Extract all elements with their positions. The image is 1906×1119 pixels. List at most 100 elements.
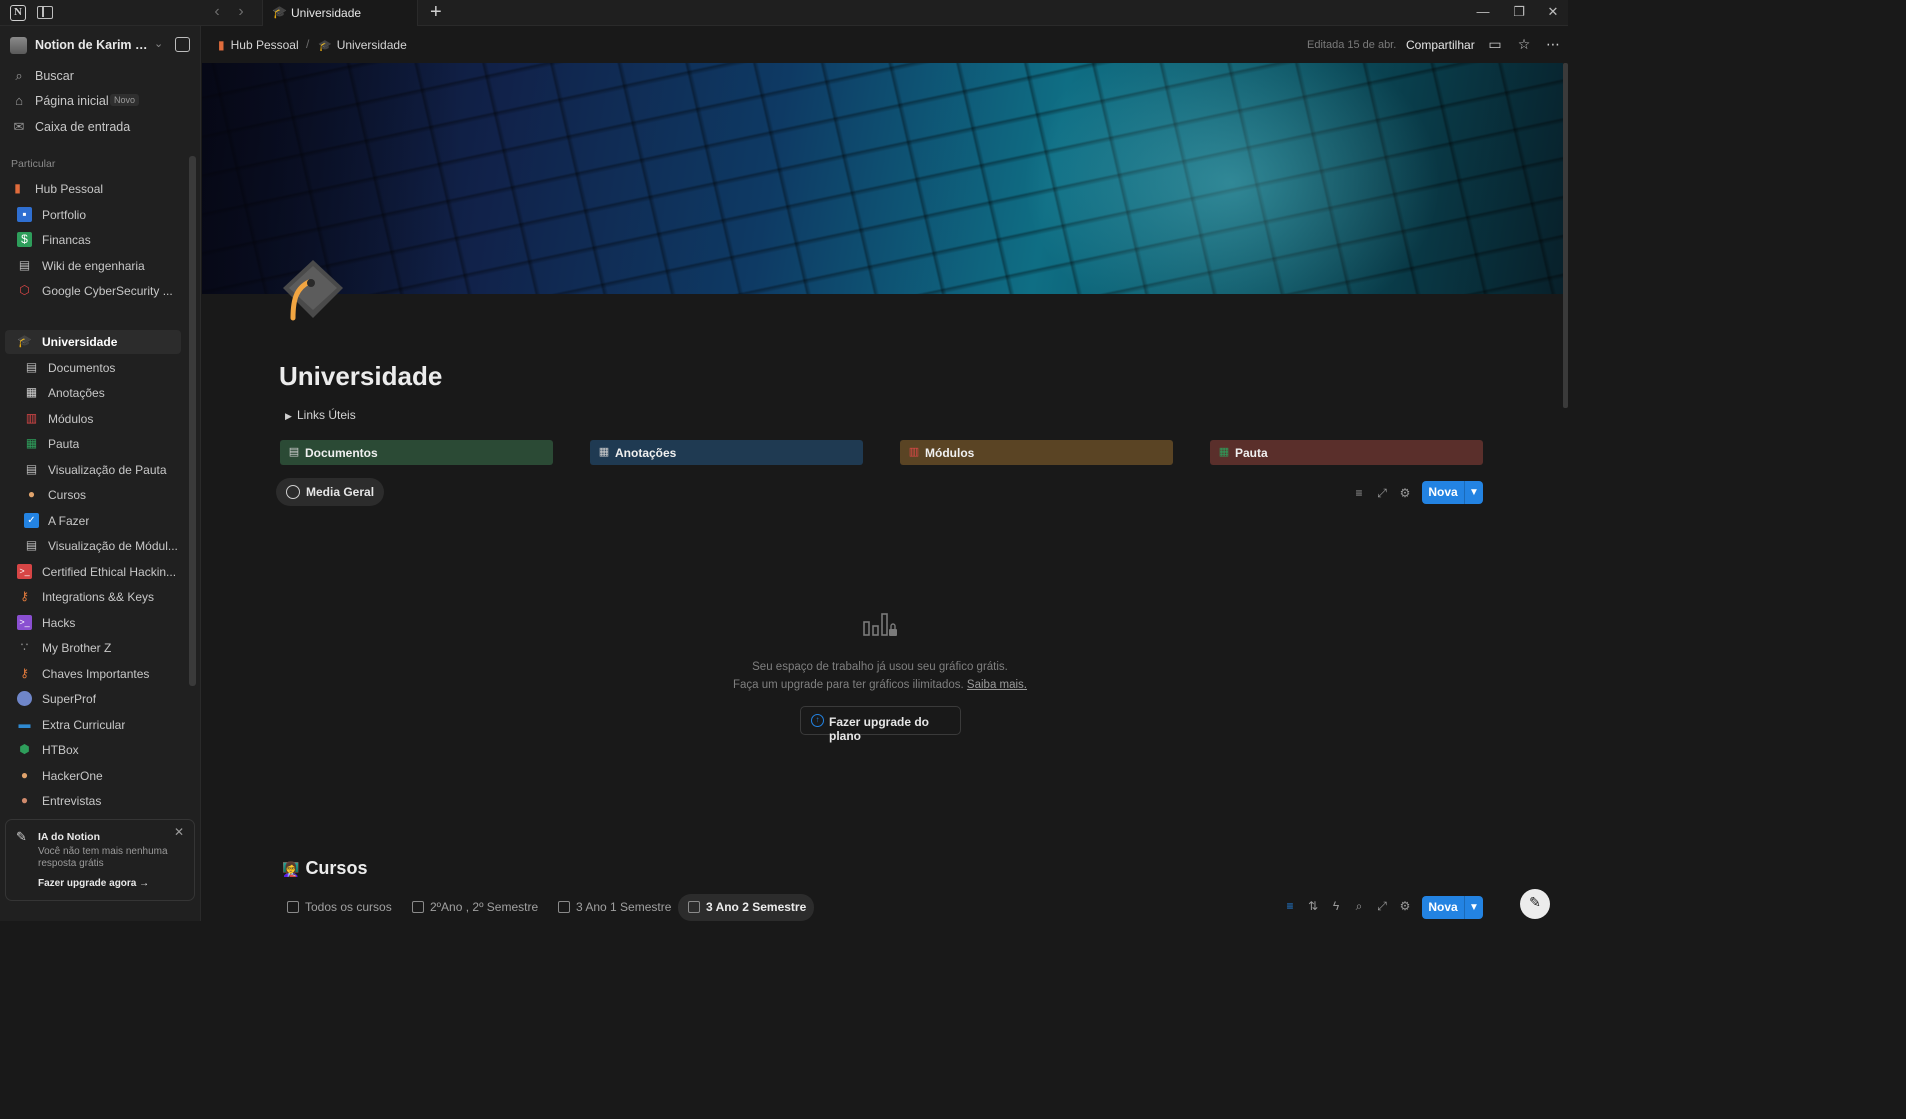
gallery-icon — [558, 901, 570, 913]
view-tab-media-geral[interactable]: Media Geral — [276, 478, 385, 506]
filter-icon[interactable]: ≡ — [1351, 485, 1367, 501]
sidebar-page-extra-curricular[interactable]: ▬ Extra Curricular — [12, 713, 188, 737]
sidebar-page-wiki[interactable]: ▤ Wiki de engenharia — [12, 254, 188, 278]
sidebar-page-documentos[interactable]: ▤ Documentos — [19, 356, 195, 380]
breadcrumb-universidade[interactable]: 🎓 Universidade — [318, 38, 407, 52]
sidebar-page-chaves[interactable]: ⚷ Chaves Importantes — [12, 662, 188, 686]
sidebar-page-hackerone[interactable]: ● HackerOne — [12, 764, 188, 788]
chevron-down-icon[interactable]: ▼ — [1464, 896, 1483, 919]
sidebar-page-financas[interactable]: $ Financas — [12, 228, 188, 252]
filter-icon[interactable]: ≡ — [1282, 899, 1298, 915]
new-curso-button[interactable]: Nova ▼ — [1422, 896, 1483, 919]
graduation-cap-icon: 🎓 — [17, 334, 32, 348]
toggle-links-uteis[interactable]: ▶ Links Úteis — [285, 408, 356, 422]
expand-icon[interactable]: ⤢ — [1374, 485, 1390, 501]
new-entry-button[interactable]: Nova ▼ — [1422, 481, 1483, 504]
sidebar-page-label: Documentos — [48, 361, 116, 375]
sidebar-page-label: Chaves Importantes — [42, 667, 150, 681]
close-icon[interactable]: ✕ — [174, 825, 184, 839]
forward-arrow-icon[interactable]: › — [232, 3, 250, 21]
main-scrollbar[interactable] — [1563, 63, 1568, 408]
share-button[interactable]: Compartilhar — [1406, 38, 1475, 52]
sidebar-page-integrations[interactable]: ⚷ Integrations && Keys — [12, 585, 188, 609]
card-pauta[interactable]: ▦ Pauta — [1210, 440, 1483, 465]
cursos-heading[interactable]: 👩‍🏫 Cursos — [282, 858, 367, 879]
back-arrow-icon[interactable]: ‹ — [208, 3, 226, 21]
view-tab-todos[interactable]: Todos os cursos — [277, 894, 400, 921]
sidebar-page-label: Portfolio — [42, 208, 87, 222]
sidebar-page-hub-pessoal[interactable]: ▮ Hub Pessoal — [5, 177, 181, 201]
card-documentos[interactable]: ▤ Documentos — [280, 440, 553, 465]
graduation-cap-icon[interactable] — [281, 258, 345, 324]
sidebar-toggle-icon[interactable] — [37, 6, 53, 19]
ai-card-upgrade-link[interactable]: Fazer upgrade agora → — [38, 878, 149, 889]
sidebar-page-portfolio[interactable]: ▪ Portfolio — [12, 203, 188, 227]
notes-icon: ▦ — [25, 385, 38, 399]
card-anotacoes[interactable]: ▦ Anotações — [590, 440, 863, 465]
close-window-icon[interactable]: ✕ — [1538, 3, 1568, 21]
view-tab-3ano-1sem[interactable]: 3 Ano 1 Semestre — [548, 894, 679, 921]
notion-ai-help-icon[interactable]: ✎ — [1520, 889, 1550, 919]
new-tab-plus-icon[interactable]: + — [430, 2, 442, 22]
view-tab-2ano-2sem[interactable]: 2ºAno , 2º Semestre — [402, 894, 546, 921]
minimize-icon[interactable]: — — [1468, 3, 1498, 21]
chevron-down-icon[interactable]: ▼ — [1464, 481, 1483, 504]
restore-icon[interactable]: ❐ — [1504, 3, 1534, 21]
upgrade-arrow-icon: ↑ — [811, 714, 824, 727]
notion-ai-upsell-card: ✎ IA do Notion Você não tem mais nenhuma… — [5, 819, 195, 901]
sidebar-page-my-brother-z[interactable]: ∵ My Brother Z — [12, 636, 188, 660]
teacher-icon: ● — [27, 487, 36, 501]
view-tab-label: 3 Ano 2 Semestre — [706, 900, 807, 914]
sidebar-page-universidade[interactable]: 🎓 Universidade — [5, 330, 181, 354]
settings-sliders-icon[interactable]: ⚙ — [1397, 485, 1413, 501]
automation-bolt-icon[interactable]: ϟ — [1328, 899, 1344, 915]
learn-more-link[interactable]: Saiba mais. — [967, 679, 1027, 691]
sidebar-page-modulos[interactable]: ▥ Módulos — [19, 407, 195, 431]
sidebar-page-hacks[interactable]: >_ Hacks — [12, 611, 188, 635]
sort-icon[interactable]: ⇅ — [1305, 899, 1321, 915]
sidebar-nav-home[interactable]: ⌂ Página inicial Novo — [10, 91, 190, 113]
sidebar-page-htbox[interactable]: ⬢ HTBox — [12, 738, 188, 762]
sidebar-page-label: Universidade — [42, 335, 118, 349]
sidebar-scrollbar[interactable] — [189, 156, 196, 686]
sidebar-page-entrevistas[interactable]: ● Entrevistas — [12, 789, 188, 813]
sidebar-page-visualizacao-modulos[interactable]: ▤ Visualização de Módul... — [19, 534, 195, 558]
settings-sliders-icon[interactable]: ⚙ — [1397, 899, 1413, 915]
sidebar-nav-search[interactable]: ⌕ Buscar — [10, 66, 190, 88]
upgrade-plan-button[interactable]: ↑ Fazer upgrade do plano — [800, 706, 961, 743]
table-view-icon: ▤ — [25, 538, 38, 552]
card-modulos[interactable]: ▥ Módulos — [900, 440, 1173, 465]
toggle-label: Links Úteis — [297, 408, 356, 422]
workspace-switcher[interactable]: Notion de Karim Pa... ⌄ — [10, 36, 195, 56]
comments-icon[interactable]: ▭ — [1486, 36, 1504, 52]
breadcrumb-label: Hub Pessoal — [230, 38, 299, 52]
sidebar-page-ceh[interactable]: >_ Certified Ethical Hackin... — [12, 560, 188, 584]
expand-icon[interactable]: ⤢ — [1374, 899, 1390, 915]
sidebar-nav-inbox[interactable]: ✉ Caixa de entrada — [10, 117, 190, 139]
sidebar-page-google-cyber[interactable]: ⬡ Google CyberSecurity ... — [12, 279, 188, 303]
sidebar-page-anotacoes[interactable]: ▦ Anotações — [19, 381, 195, 405]
sidebar-page-pauta[interactable]: ▦ Pauta — [19, 432, 195, 456]
star-icon[interactable]: ☆ — [1515, 36, 1533, 52]
sidebar-page-superprof[interactable]: SuperProf — [12, 687, 188, 711]
browser-tab-universidade[interactable]: 🎓 Universidade — [262, 0, 418, 26]
notion-logo-icon[interactable]: N — [10, 5, 26, 21]
sidebar-page-a-fazer[interactable]: ✓ A Fazer — [19, 509, 195, 533]
toggle-triangle-icon[interactable]: ▶ — [285, 411, 297, 422]
chevron-down-icon[interactable]: ⌄ — [154, 37, 163, 50]
book-icon: ▥ — [25, 411, 38, 425]
sidebar-nav-label: Caixa de entrada — [35, 120, 131, 134]
portfolio-icon: ▪ — [17, 207, 32, 222]
more-options-icon[interactable]: ⋯ — [1544, 36, 1562, 52]
sidebar-page-label: Cursos — [48, 488, 87, 502]
breadcrumb-hub-pessoal[interactable]: ▮ Hub Pessoal — [218, 38, 299, 52]
cursos-heading-label: Cursos — [305, 858, 368, 878]
gallery-icon — [287, 901, 299, 913]
sidebar-nav-label: Página inicial — [35, 94, 109, 108]
sidebar-page-visualizacao-pauta[interactable]: ▤ Visualização de Pauta — [19, 458, 195, 482]
table-icon: ▦ — [1218, 446, 1230, 458]
search-icon[interactable]: ⌕ — [1351, 899, 1367, 915]
view-tab-3ano-2sem[interactable]: 3 Ano 2 Semestre — [678, 894, 815, 921]
new-page-compose-icon[interactable] — [175, 37, 190, 52]
sidebar-page-cursos[interactable]: ● Cursos — [19, 483, 195, 507]
